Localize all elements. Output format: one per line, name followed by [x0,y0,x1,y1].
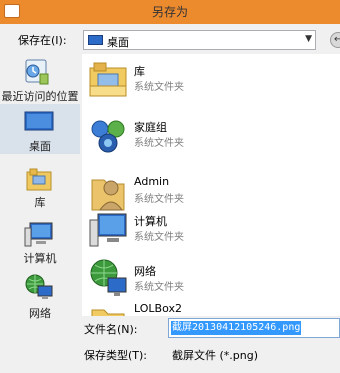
window-title: 另存为 [151,5,188,19]
filetype-select[interactable]: 截屏文件 (*.png) [168,344,340,364]
filename-label: 文件名(N): [84,323,138,336]
file-type: 系统文件夹 [134,82,184,93]
file-type: 系统文件夹 [134,194,184,205]
file-name: 计算机 [134,215,167,228]
place-desktop[interactable]: 桌面 [0,104,80,154]
filename-value: 截屏20130412105246.png [171,321,302,335]
place-label: 计算机 [23,252,57,265]
place-computer[interactable]: 计算机 [0,218,80,265]
list-item[interactable]: 家庭组 系统文件夹 [82,110,340,172]
libraries-icon [26,168,52,191]
chevron-down-icon[interactable]: ▼ [305,34,312,44]
back-button[interactable]: ← [330,32,340,48]
place-label: 最近访问的位置 [1,90,79,103]
desktop-icon [24,111,54,131]
file-name: Admin [134,175,170,188]
place-libraries[interactable]: 库 [0,164,80,210]
title-bar[interactable]: 另存为 [0,0,340,24]
place-label: 库 [34,196,46,209]
list-item[interactable]: 库 系统文件夹 [82,54,340,116]
location-combo[interactable]: 桌面 ▼ [83,30,316,50]
file-type: 系统文件夹 [134,138,184,149]
filetype-value: 截屏文件 (*.png) [172,349,259,362]
file-list[interactable]: 库 系统文件夹 家庭组 系统文件夹 Admin 系统文件夹 计算机 系统文件夹 … [82,54,340,316]
file-name: 库 [134,65,145,78]
filetype-label: 保存类型(T): [84,349,148,362]
place-network[interactable]: 网络 [0,270,80,320]
places-bar: 最近访问的位置 桌面 库 计算机 网络 [0,54,80,324]
libraries-icon [89,62,127,97]
file-name: 家庭组 [134,121,167,134]
back-arrow-icon: ← [334,34,340,45]
file-name: 网络 [134,265,156,278]
filename-input[interactable]: 截屏20130412105246.png [168,318,340,338]
place-recent[interactable]: 最近访问的位置 [0,54,80,104]
computer-icon [89,213,127,247]
location-value: 桌面 [107,36,129,49]
place-label: 网络 [29,307,51,320]
homegroup-icon [91,120,125,153]
network-icon [25,274,53,299]
list-item[interactable]: LOLBox2 [82,298,340,316]
file-type: 系统文件夹 [134,232,184,243]
network-icon [90,259,127,296]
computer-icon [24,222,53,247]
folder-icon [91,309,125,316]
file-type: 系统文件夹 [134,282,184,293]
recent-places-icon [25,59,49,85]
file-name: LOLBox2 [134,302,182,315]
desktop-icon [88,35,103,45]
place-label: 桌面 [29,140,51,153]
save-in-label: 保存在(I): [18,34,67,47]
